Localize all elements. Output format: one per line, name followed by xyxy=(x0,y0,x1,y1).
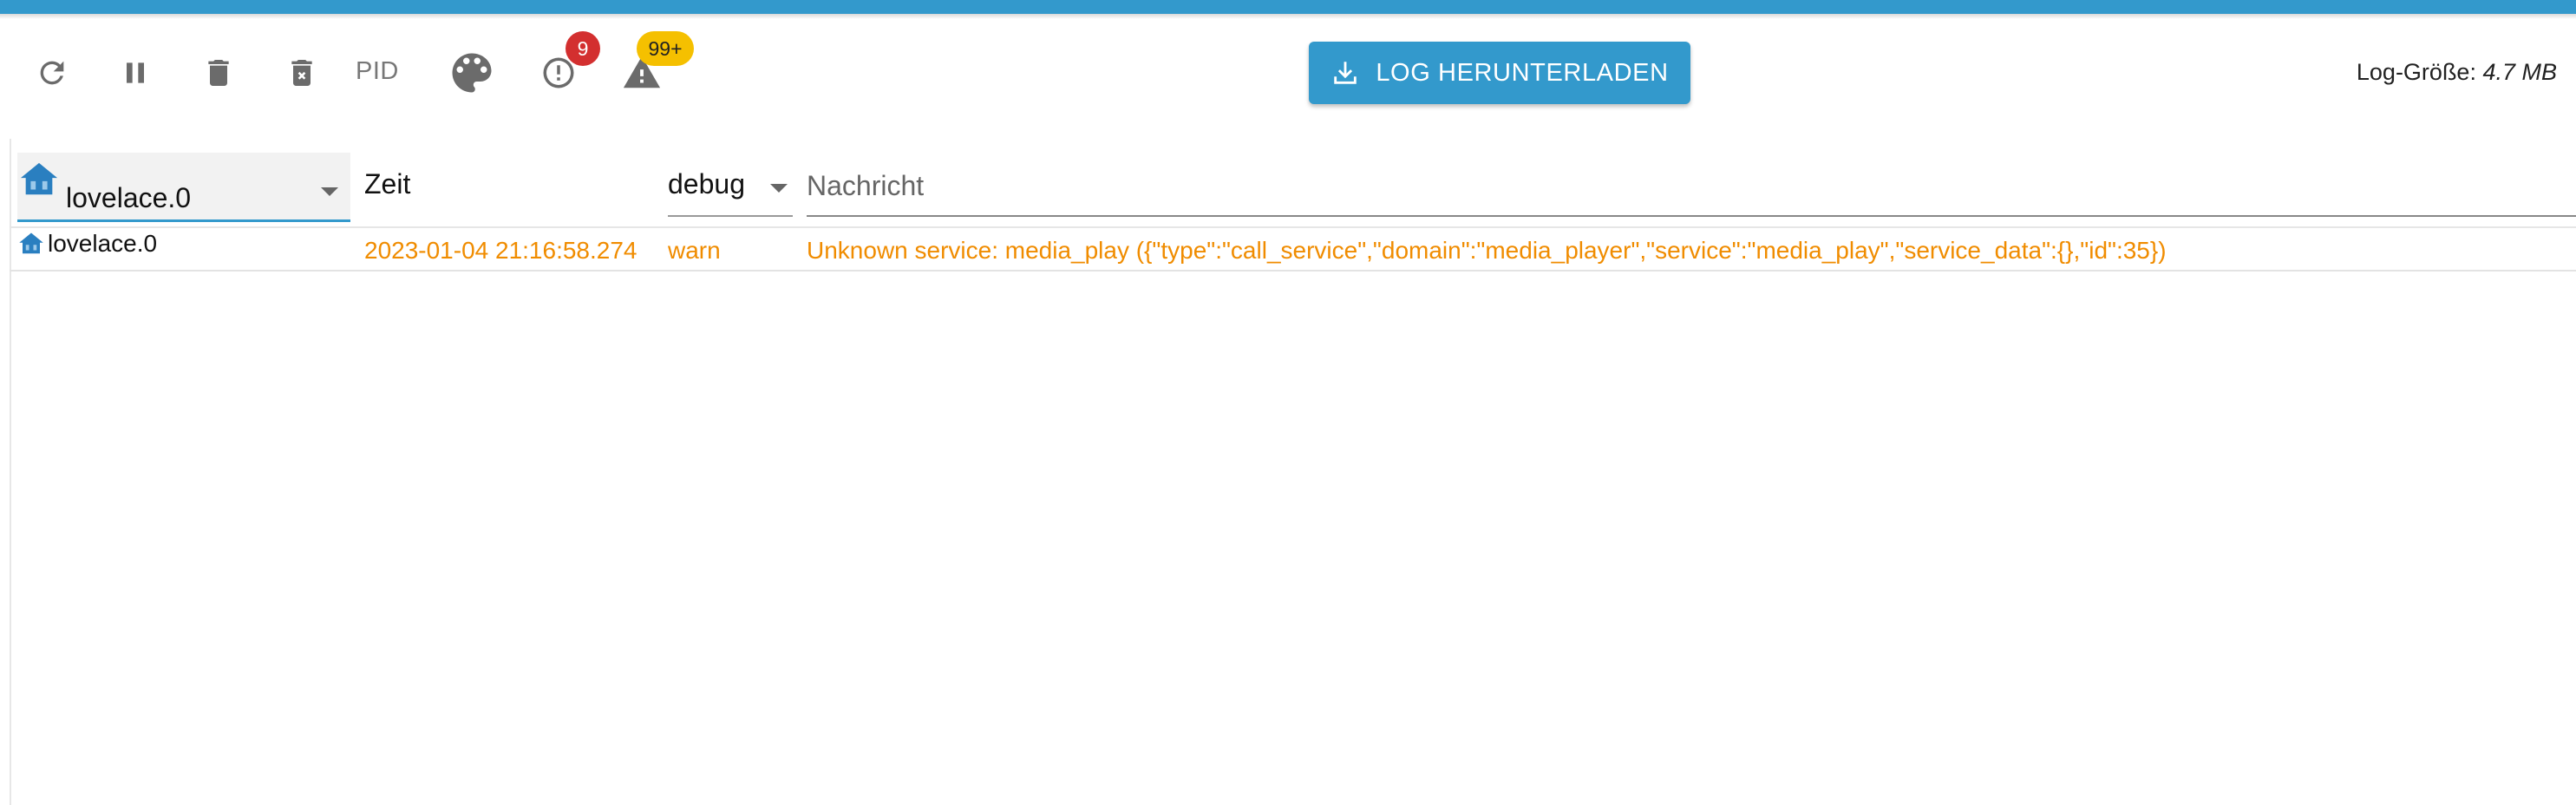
log-size-label: Log-Größe: xyxy=(2356,59,2483,85)
log-row: lovelace.0 2023-01-04 21:16:58.274 warn … xyxy=(10,228,2576,272)
clear-log-button[interactable] xyxy=(271,42,333,104)
pause-button[interactable] xyxy=(104,42,167,104)
level-filter-select[interactable]: debug xyxy=(668,156,793,217)
source-filter-value: lovelace.0 xyxy=(66,182,192,213)
palette-icon xyxy=(452,53,492,93)
top-app-bar xyxy=(0,0,2576,14)
adapter-house-icon xyxy=(19,232,43,254)
log-row-message: Unknown service: media_play ({"type":"ca… xyxy=(807,237,2167,264)
log-filter-row: lovelace.0 Zeit debug xyxy=(0,146,2576,222)
download-log-label: LOG HERUNTERLADEN xyxy=(1376,58,1669,87)
log-row-source-label: lovelace.0 xyxy=(48,230,158,257)
trash-icon xyxy=(208,60,229,86)
log-row-source: lovelace.0 xyxy=(18,230,157,258)
source-filter-select[interactable]: lovelace.0 xyxy=(17,153,350,222)
trash-x-icon xyxy=(291,60,312,86)
log-size-value: 4.7 MB xyxy=(2482,59,2557,85)
pause-icon xyxy=(127,62,144,83)
time-column-header: Zeit xyxy=(364,168,411,200)
refresh-icon xyxy=(40,61,64,85)
level-filter-value: debug xyxy=(668,168,745,200)
delete-log-button[interactable] xyxy=(187,42,250,104)
download-log-button[interactable]: LOG HERUNTERLADEN xyxy=(1309,42,1690,104)
errors-count-badge: 9 xyxy=(566,31,600,66)
message-filter-input[interactable] xyxy=(807,156,2576,217)
adapter-house-icon xyxy=(20,162,58,195)
chevron-down-icon xyxy=(770,184,788,193)
chevron-down-icon xyxy=(321,187,338,196)
warnings-count-badge: 99+ xyxy=(637,31,694,66)
log-size-indicator: Log-Größe: 4.7 MB xyxy=(2357,59,2557,86)
log-row-time: 2023-01-04 21:16:58.274 xyxy=(364,237,637,264)
top-bar-shadow xyxy=(0,14,2576,19)
refresh-button[interactable] xyxy=(21,42,83,104)
color-toggle-button[interactable] xyxy=(441,42,503,104)
log-toolbar: PID 9 99+ LOG HERUNTERLADEN Log-Größe: 4… xyxy=(0,31,2576,115)
pid-toggle-button[interactable]: PID xyxy=(356,57,399,86)
log-row-level: warn xyxy=(668,237,721,264)
download-icon xyxy=(1334,62,1357,84)
